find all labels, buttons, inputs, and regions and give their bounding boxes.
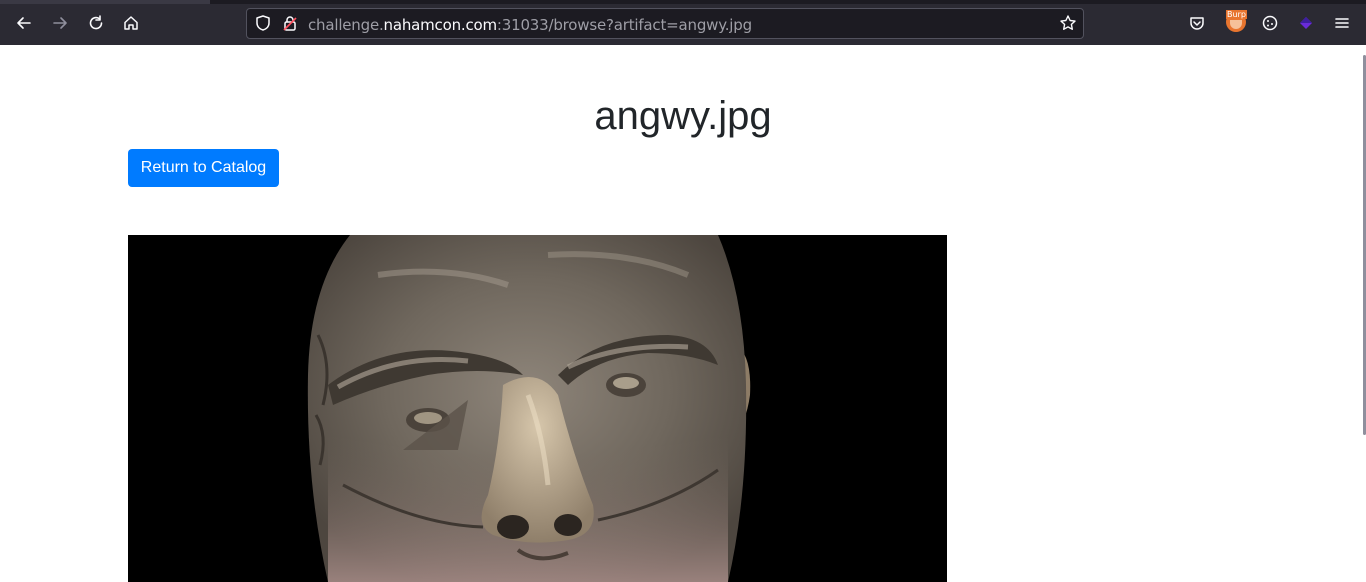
cookie-icon[interactable]: [1259, 12, 1281, 34]
burp-face: [1230, 20, 1242, 29]
url-prefix: challenge.: [308, 16, 384, 34]
browser-toolbar: challenge.nahamcon.com:31033/browse?arti…: [0, 0, 1366, 45]
back-arrow-icon[interactable]: [13, 12, 35, 34]
hamburger-menu-icon[interactable]: [1331, 12, 1353, 34]
mask-illustration: [128, 235, 947, 582]
insecure-lock-icon[interactable]: [279, 12, 301, 34]
page-scrollbar[interactable]: [1362, 45, 1366, 435]
burp-badge: Burp: [1226, 10, 1247, 19]
active-tab-indicator[interactable]: [0, 0, 210, 4]
return-to-catalog-button[interactable]: Return to Catalog: [128, 149, 279, 187]
url-path: :31033/browse?artifact=angwy.jpg: [496, 16, 752, 34]
url-host: nahamcon.com: [383, 16, 498, 34]
burp-extension-icon[interactable]: Burp: [1226, 10, 1247, 32]
page-content: angwy.jpg Return to Catalog: [0, 45, 1366, 582]
url-bar[interactable]: challenge.nahamcon.com:31033/browse?arti…: [246, 8, 1084, 39]
shield-icon[interactable]: [252, 12, 274, 34]
bookmark-star-icon[interactable]: [1057, 12, 1079, 34]
home-icon[interactable]: [120, 12, 142, 34]
page-title: angwy.jpg: [594, 94, 772, 138]
artifact-image: [128, 235, 947, 582]
pocket-icon[interactable]: [1186, 12, 1208, 34]
url-text[interactable]: challenge.nahamcon.com:31033/browse?arti…: [308, 16, 752, 34]
extension-diamond-icon[interactable]: [1295, 12, 1317, 34]
reload-icon[interactable]: [85, 12, 107, 34]
forward-arrow-icon[interactable]: [49, 12, 71, 34]
